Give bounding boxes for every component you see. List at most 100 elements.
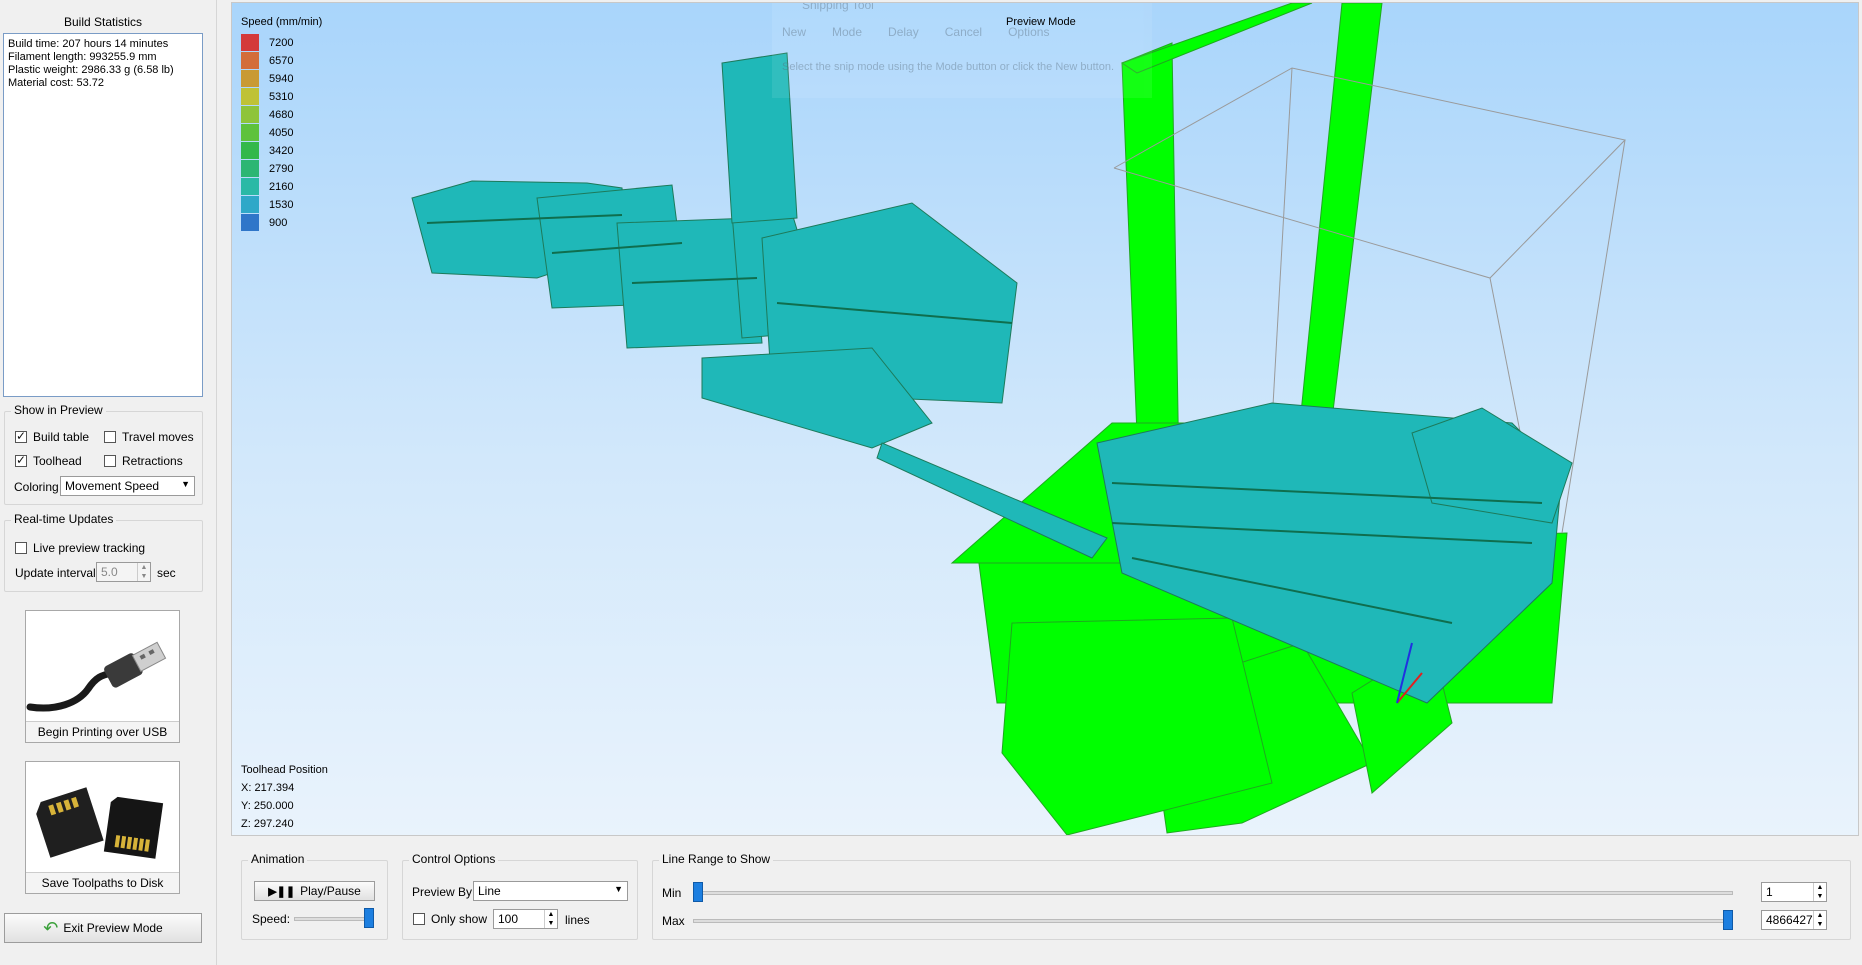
legend-entry: 2790 bbox=[241, 160, 293, 177]
legend-value: 900 bbox=[269, 216, 288, 229]
build-table-label: Build table bbox=[33, 430, 90, 444]
play-pause-label: Play/Pause bbox=[300, 884, 361, 898]
only-show-checkbox[interactable]: Only show bbox=[413, 912, 487, 926]
travel-moves-label: Travel moves bbox=[122, 430, 194, 444]
save-toolpaths-button[interactable]: Save Toolpaths to Disk bbox=[25, 761, 180, 894]
legend-value: 2790 bbox=[269, 162, 294, 175]
legend-value: 1530 bbox=[269, 198, 294, 211]
legend-entry: 2160 bbox=[241, 178, 293, 195]
travel-moves-check-box[interactable] bbox=[104, 431, 116, 443]
spin-arrows-icon[interactable]: ▲ ▼ bbox=[1813, 911, 1826, 929]
begin-printing-usb-label: Begin Printing over USB bbox=[26, 721, 179, 742]
legend-value: 5940 bbox=[269, 72, 294, 85]
coloring-select[interactable]: Movement Speed ▼ bbox=[60, 476, 195, 496]
min-line-spinbox[interactable]: 1 ▲ ▼ bbox=[1761, 882, 1827, 902]
animation-group: Animation ▶❚❚ Play/Pause Speed: bbox=[241, 852, 388, 940]
toolpath-scene[interactable] bbox=[232, 3, 1859, 836]
update-interval-spinbox[interactable]: 5.0 ▲ ▼ bbox=[96, 562, 151, 582]
update-interval-label: Update interval bbox=[15, 566, 96, 580]
animation-speed-handle[interactable] bbox=[364, 908, 374, 928]
min-slider-handle[interactable] bbox=[693, 882, 703, 902]
max-slider-handle[interactable] bbox=[1723, 910, 1733, 930]
speed-legend-title: Speed (mm/min) bbox=[241, 16, 323, 28]
control-options-group: Control Options Preview By Line ▼ Only s… bbox=[402, 852, 638, 940]
snip-mode-button: Mode bbox=[832, 25, 863, 39]
legend-entry: 4050 bbox=[241, 124, 293, 141]
play-pause-icon: ▶❚❚ bbox=[268, 885, 296, 898]
stat-build-time: Build time: 207 hours 14 minutes bbox=[8, 38, 169, 50]
animation-speed-label: Speed: bbox=[252, 912, 291, 926]
min-label: Min bbox=[662, 886, 682, 900]
build-table-check-box[interactable] bbox=[15, 429, 27, 443]
control-options-title: Control Options bbox=[409, 852, 499, 866]
legend-swatch bbox=[241, 52, 259, 69]
exit-preview-button[interactable]: ↶ Exit Preview Mode bbox=[4, 913, 202, 943]
begin-printing-usb-button[interactable]: Begin Printing over USB bbox=[25, 610, 180, 743]
only-show-lines-spinbox[interactable]: 100 ▲ ▼ bbox=[493, 909, 558, 929]
snip-new-button: New bbox=[782, 25, 807, 39]
live-preview-label: Live preview tracking bbox=[33, 541, 146, 555]
preview-by-label: Preview By bbox=[412, 885, 473, 899]
legend-value: 7200 bbox=[269, 36, 294, 49]
legend-value: 6570 bbox=[269, 54, 294, 67]
build-statistics-title: Build Statistics bbox=[63, 15, 143, 29]
retractions-check-box[interactable] bbox=[104, 455, 116, 467]
legend-value: 5310 bbox=[269, 90, 294, 103]
retractions-checkbox[interactable]: Retractions bbox=[104, 454, 183, 468]
snipping-tool-overlay: Snipping Tool New Mode Delay Cancel Opti… bbox=[772, 3, 1152, 98]
chevron-down-icon: ▼ bbox=[181, 479, 190, 489]
min-line-value: 1 bbox=[1766, 885, 1773, 899]
realtime-updates-title: Real-time Updates bbox=[11, 512, 117, 526]
toolhead-x: X: 217.394 bbox=[241, 782, 295, 794]
only-show-check-box[interactable] bbox=[413, 913, 425, 925]
update-interval-unit: sec bbox=[157, 566, 176, 580]
min-slider-track[interactable] bbox=[693, 891, 1733, 895]
play-pause-button[interactable]: ▶❚❚ Play/Pause bbox=[254, 881, 375, 901]
build-statistics-box: Build time: 207 hours 14 minutes Filamen… bbox=[3, 33, 203, 397]
legend-swatch bbox=[241, 142, 259, 159]
legend-swatch bbox=[241, 160, 259, 177]
toolhead-position-title: Toolhead Position bbox=[241, 764, 328, 776]
line-range-title: Line Range to Show bbox=[659, 852, 774, 866]
coloring-label: Coloring bbox=[14, 480, 59, 494]
live-preview-checkbox[interactable]: Live preview tracking bbox=[15, 541, 145, 555]
toolhead-z: Z: 297.240 bbox=[241, 818, 294, 830]
travel-moves-checkbox[interactable]: Travel moves bbox=[104, 430, 194, 444]
exit-preview-label: Exit Preview Mode bbox=[63, 921, 163, 935]
toolhead-checkbox[interactable]: Toolhead bbox=[15, 453, 82, 468]
legend-swatch bbox=[241, 178, 259, 195]
legend-entry: 900 bbox=[241, 214, 287, 231]
build-table-checkbox[interactable]: Build table bbox=[15, 429, 90, 444]
toolhead-check-box[interactable] bbox=[15, 453, 27, 467]
line-range-group: Line Range to Show Min 1 ▲ ▼ Max 4866427 … bbox=[652, 852, 1851, 940]
left-panel: Build Statistics Build time: 207 hours 1… bbox=[0, 0, 217, 965]
save-toolpaths-label: Save Toolpaths to Disk bbox=[26, 872, 179, 893]
show-in-preview-title: Show in Preview bbox=[11, 403, 106, 417]
spin-arrows-icon[interactable]: ▲ ▼ bbox=[1813, 883, 1826, 901]
snipping-hint: Select the snip mode using the Mode butt… bbox=[782, 61, 1115, 73]
lines-label: lines bbox=[565, 913, 590, 927]
snip-delay-button: Delay bbox=[888, 25, 919, 39]
animation-title: Animation bbox=[248, 852, 308, 866]
preview-3d-viewport[interactable]: Snipping Tool New Mode Delay Cancel Opti… bbox=[231, 2, 1859, 836]
retractions-label: Retractions bbox=[122, 454, 183, 468]
only-show-label: Only show bbox=[431, 912, 488, 926]
live-preview-check-box[interactable] bbox=[15, 542, 27, 554]
spin-arrows-icon[interactable]: ▲ ▼ bbox=[544, 910, 557, 928]
speed-legend: 7200 6570 5940 5310 4680 4050 3420 2790 2160 1530… bbox=[241, 34, 321, 234]
snipping-tool-title: Snipping Tool bbox=[802, 2, 874, 12]
toolhead-y: Y: 250.000 bbox=[241, 800, 294, 812]
toolhead-position: Toolhead Position X: 217.394 Y: 250.000 … bbox=[241, 761, 328, 833]
back-arrow-icon: ↶ bbox=[43, 918, 59, 938]
show-in-preview-group: Show in Preview Build table Travel moves… bbox=[4, 403, 203, 505]
legend-swatch bbox=[241, 88, 259, 105]
stat-filament-length: Filament length: 993255.9 mm bbox=[8, 51, 157, 63]
max-slider-track[interactable] bbox=[693, 919, 1733, 923]
legend-swatch bbox=[241, 124, 259, 141]
legend-entry: 1530 bbox=[241, 196, 293, 213]
max-line-spinbox[interactable]: 4866427 ▲ ▼ bbox=[1761, 910, 1827, 930]
animation-speed-track[interactable] bbox=[294, 917, 374, 921]
preview-by-select[interactable]: Line ▼ bbox=[473, 881, 628, 901]
only-show-value: 100 bbox=[498, 912, 519, 926]
spin-arrows-icon[interactable]: ▲ ▼ bbox=[137, 563, 150, 581]
